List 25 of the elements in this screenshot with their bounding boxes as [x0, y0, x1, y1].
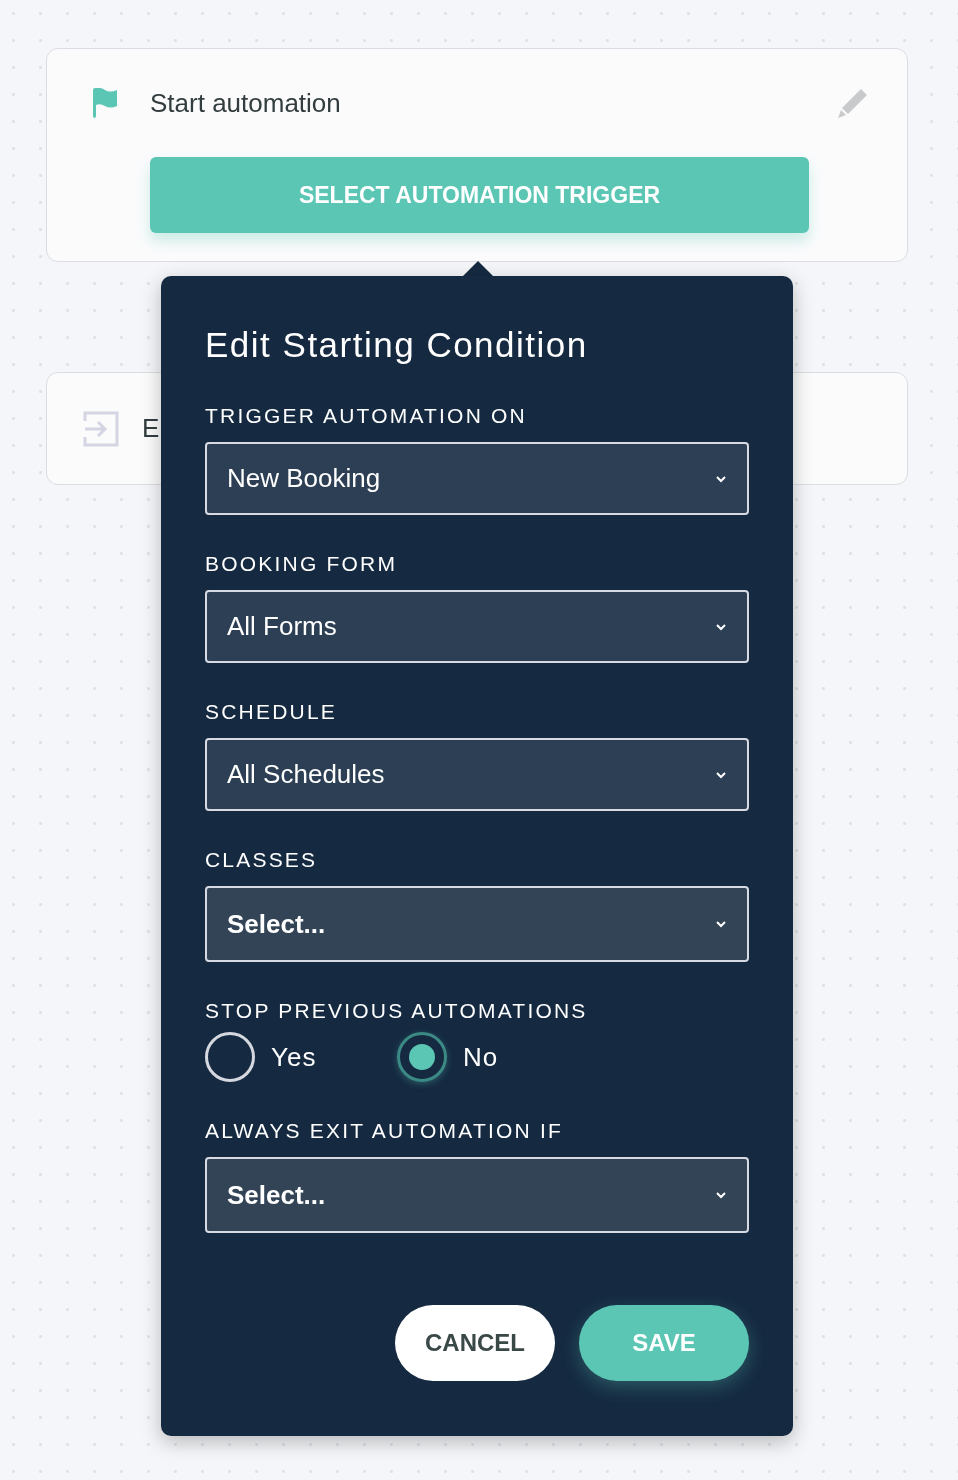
card-title: E	[142, 413, 160, 444]
field-label: CLASSES	[205, 847, 319, 873]
select-field[interactable]: Select...	[205, 1157, 749, 1233]
exit-icon	[83, 410, 119, 447]
field-label: SCHEDULE	[205, 699, 338, 725]
field-label: STOP PREVIOUS AUTOMATIONS	[205, 998, 589, 1024]
field-label: ALWAYS EXIT AUTOMATION IF	[205, 1118, 564, 1144]
flag-icon	[91, 88, 119, 118]
field-label: TRIGGER AUTOMATION ON	[205, 403, 528, 429]
field-label: BOOKING FORM	[205, 551, 399, 577]
select-field[interactable]: Select...	[205, 886, 749, 962]
chevron-icon	[715, 770, 727, 779]
cancel-button[interactable]: CANCEL	[395, 1305, 555, 1381]
radio-label: Yes	[271, 1041, 317, 1073]
radio-label: No	[463, 1041, 499, 1073]
radio-button[interactable]	[397, 1032, 447, 1082]
select-field[interactable]: All Forms	[205, 590, 749, 663]
select-field[interactable]: New Booking	[205, 442, 749, 515]
popover-title: Edit Starting Condition	[205, 324, 589, 366]
select-field[interactable]: All Schedules	[205, 738, 749, 811]
chevron-icon	[715, 622, 727, 631]
chevron-icon	[715, 474, 727, 483]
card-title: Start automation	[150, 87, 342, 119]
chevron-icon	[715, 1191, 727, 1199]
chevron-icon	[715, 920, 727, 928]
